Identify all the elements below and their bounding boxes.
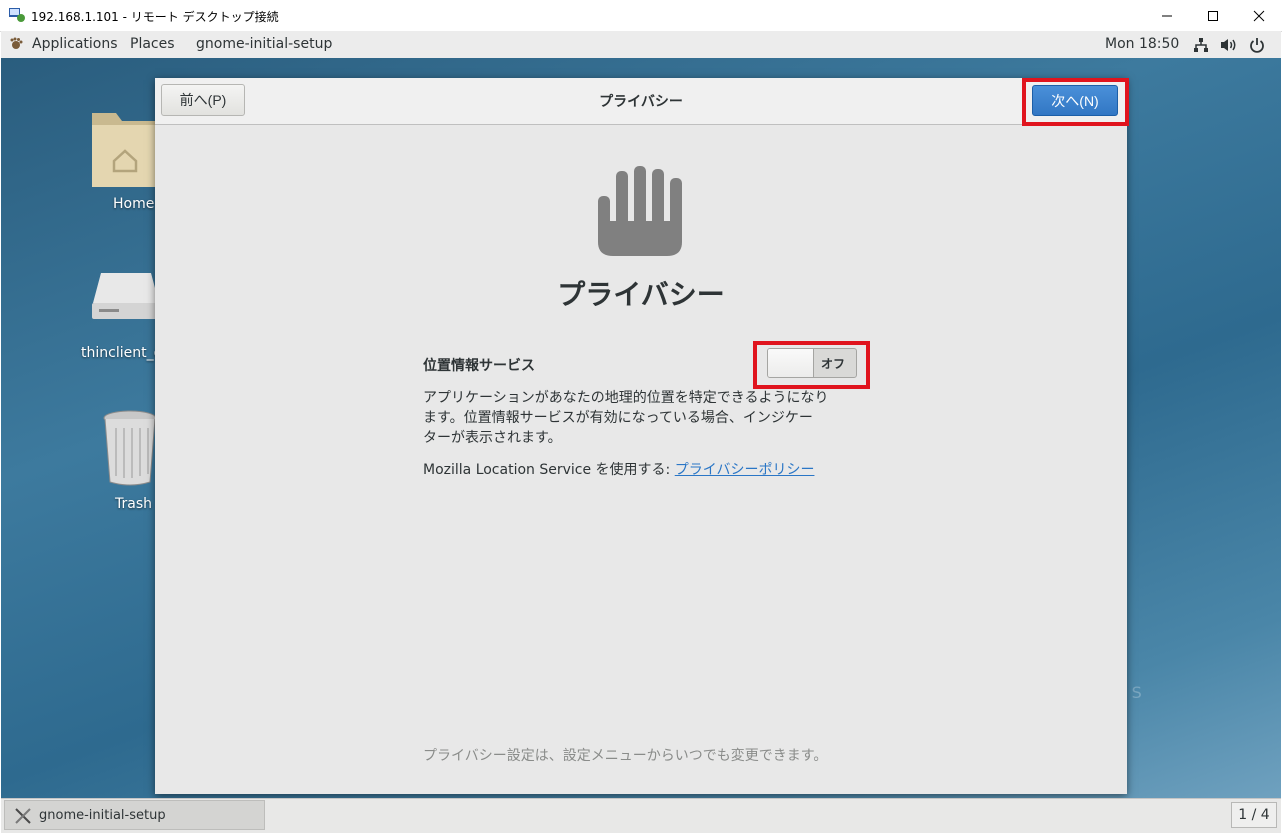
hand-icon — [597, 166, 685, 262]
clock[interactable]: Mon 18:50 — [1105, 36, 1179, 52]
highlight-box-next — [1022, 78, 1129, 126]
highlight-box-toggle — [753, 341, 870, 389]
bottom-taskbar: gnome-initial-setup 1 / 4 — [1, 798, 1281, 833]
home-folder-icon — [90, 105, 160, 195]
dialog-title: プライバシー — [599, 94, 683, 110]
mls-text: Mozilla Location Service を使用する: — [423, 462, 671, 478]
desktop-icon-label: Trash — [115, 496, 152, 512]
location-services-label: 位置情報サービス — [423, 358, 535, 374]
mls-row: Mozilla Location Service を使用する: プライバシーポリ… — [423, 459, 814, 479]
taskbar-item-label: gnome-initial-setup — [39, 808, 166, 823]
drive-icon — [91, 269, 161, 325]
network-icon[interactable] — [1193, 37, 1209, 57]
rdp-title-bar: 192.168.1.101 - リモート デスクトップ接続 — [0, 0, 1282, 32]
power-icon[interactable] — [1249, 37, 1265, 57]
volume-icon[interactable] — [1220, 37, 1238, 57]
dialog-header: 前へ(P) プライバシー 次へ(N) — [155, 78, 1127, 125]
gnome-foot-icon — [9, 37, 23, 55]
gnome-top-panel: Applications Places gnome-initial-setup … — [1, 31, 1281, 59]
privacy-policy-link[interactable]: プライバシーポリシー — [675, 462, 815, 478]
close-icon[interactable] — [1236, 0, 1282, 31]
rdp-window-title: 192.168.1.101 - リモート デスクトップ接続 — [31, 10, 279, 24]
applications-menu[interactable]: Applications — [32, 36, 118, 52]
description-line: ます。位置情報サービスが有効になっている場合、インジケー — [423, 410, 813, 426]
footer-note: プライバシー設定は、設定メニューからいつでも変更できます。 — [423, 748, 828, 764]
remote-desktop-icon — [9, 8, 25, 22]
desktop-icon-home[interactable]: Home — [86, 103, 166, 223]
taskbar-item-initial-setup[interactable]: gnome-initial-setup — [4, 800, 265, 830]
initial-setup-dialog: 前へ(P) プライバシー 次へ(N) プライバシー 位置情報サービス オフ アプ… — [155, 78, 1129, 794]
location-description: アプリケーションがあなたの地理的位置を特定できるようになり ます。位置情報サービ… — [423, 388, 863, 448]
setup-tools-icon — [14, 807, 32, 829]
app-menu[interactable]: gnome-initial-setup — [196, 36, 332, 52]
desktop-icon-label: thinclient_d — [81, 345, 163, 361]
desktop-icon-label: Home — [113, 196, 155, 212]
page-heading: プライバシー — [557, 278, 725, 311]
trash-icon — [102, 410, 158, 490]
places-menu[interactable]: Places — [130, 36, 175, 52]
minimize-icon[interactable] — [1144, 0, 1190, 31]
maximize-icon[interactable] — [1190, 0, 1236, 31]
description-line: ターが表示されます。 — [423, 430, 562, 446]
description-line: アプリケーションがあなたの地理的位置を特定できるようになり — [423, 390, 829, 406]
workspace-indicator[interactable]: 1 / 4 — [1231, 802, 1277, 828]
